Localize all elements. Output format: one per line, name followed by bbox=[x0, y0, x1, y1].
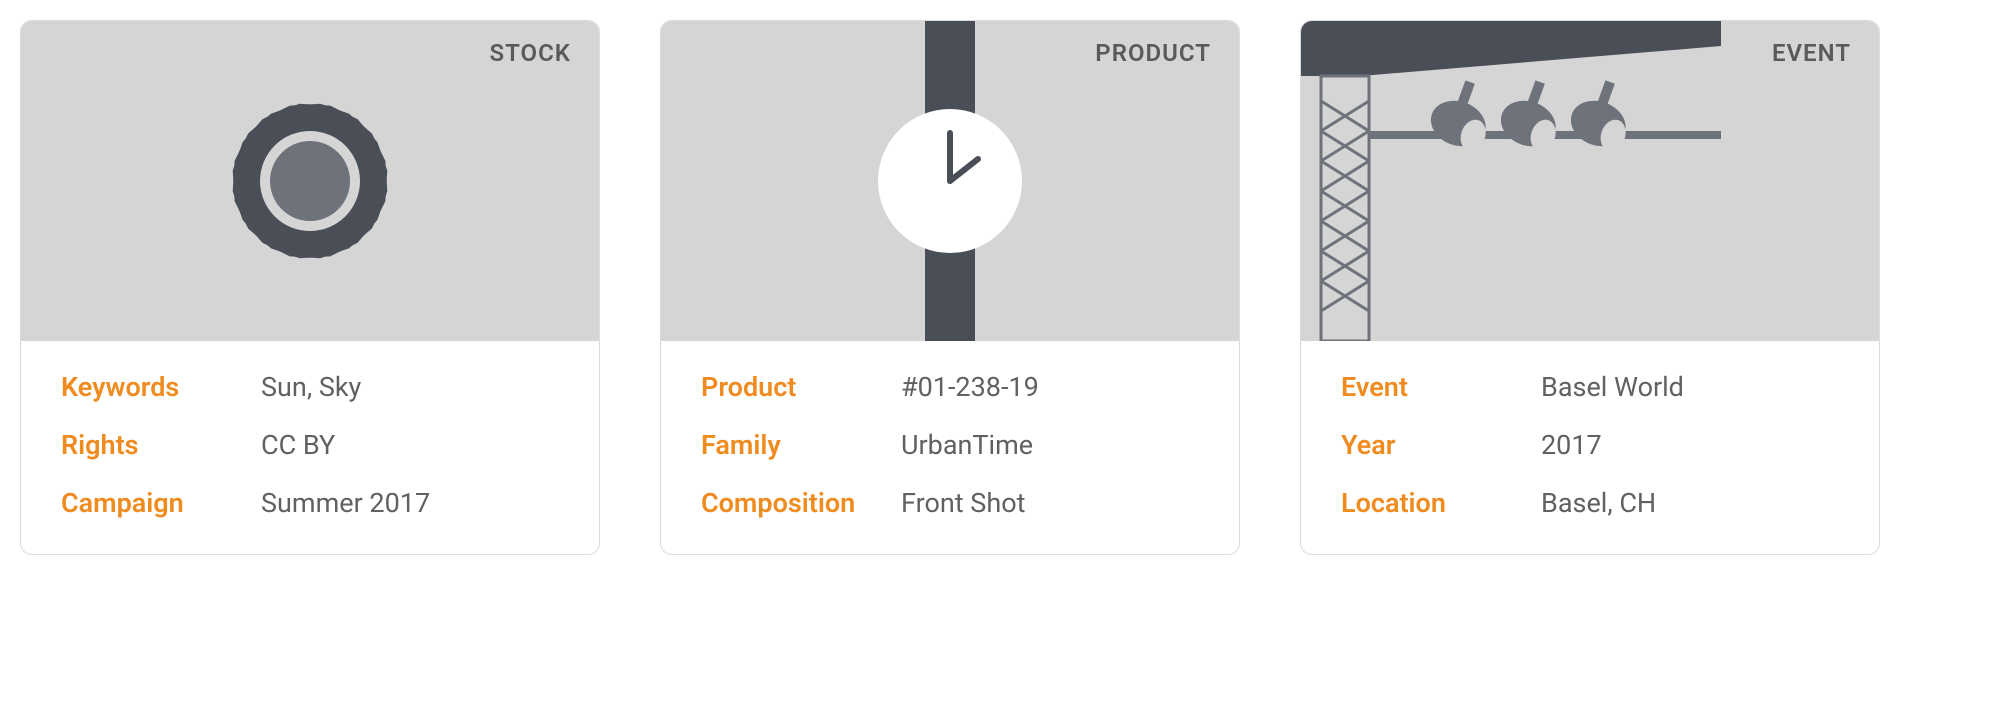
meta-key-location: Location bbox=[1341, 487, 1541, 519]
meta-row: Campaign Summer 2017 bbox=[61, 487, 559, 519]
meta-key-year: Year bbox=[1341, 429, 1541, 461]
meta-key-campaign: Campaign bbox=[61, 487, 261, 519]
card-event-body: Event Basel World Year 2017 Location Bas… bbox=[1301, 341, 1879, 554]
meta-row: Event Basel World bbox=[1341, 371, 1839, 403]
card-stock-header: STOCK bbox=[21, 21, 599, 341]
meta-row: Rights CC BY bbox=[61, 429, 559, 461]
meta-val-rights: CC BY bbox=[261, 429, 335, 461]
stage-lights-icon bbox=[1301, 21, 1879, 341]
card-event[interactable]: EVENT bbox=[1300, 20, 1880, 555]
meta-val-year: 2017 bbox=[1541, 429, 1602, 461]
meta-val-location: Basel, CH bbox=[1541, 487, 1656, 519]
meta-row: Product #01-238-19 bbox=[701, 371, 1199, 403]
meta-key-composition: Composition bbox=[701, 487, 901, 519]
meta-val-composition: Front Shot bbox=[901, 487, 1025, 519]
meta-val-keywords: Sun, Sky bbox=[261, 371, 361, 403]
meta-key-product: Product bbox=[701, 371, 901, 403]
watch-icon bbox=[661, 21, 1239, 341]
sun-icon bbox=[21, 21, 599, 341]
card-stock[interactable]: STOCK Keywords Sun, Sky Rights bbox=[20, 20, 600, 555]
meta-val-product: #01-238-19 bbox=[901, 371, 1039, 403]
meta-val-event: Basel World bbox=[1541, 371, 1684, 403]
card-stock-tag: STOCK bbox=[489, 39, 571, 67]
meta-row: Family UrbanTime bbox=[701, 429, 1199, 461]
meta-key-event: Event bbox=[1341, 371, 1541, 403]
card-event-header: EVENT bbox=[1301, 21, 1879, 341]
meta-key-family: Family bbox=[701, 429, 901, 461]
cards-row: STOCK Keywords Sun, Sky Rights bbox=[20, 20, 1971, 555]
card-product[interactable]: PRODUCT Product #01-238-19 Family UrbanT… bbox=[660, 20, 1240, 555]
meta-key-keywords: Keywords bbox=[61, 371, 261, 403]
meta-row: Composition Front Shot bbox=[701, 487, 1199, 519]
card-stock-body: Keywords Sun, Sky Rights CC BY Campaign … bbox=[21, 341, 599, 554]
meta-key-rights: Rights bbox=[61, 429, 261, 461]
meta-val-family: UrbanTime bbox=[901, 429, 1033, 461]
card-product-tag: PRODUCT bbox=[1095, 39, 1211, 67]
card-product-header: PRODUCT bbox=[661, 21, 1239, 341]
meta-row: Location Basel, CH bbox=[1341, 487, 1839, 519]
meta-val-campaign: Summer 2017 bbox=[261, 487, 430, 519]
meta-row: Keywords Sun, Sky bbox=[61, 371, 559, 403]
card-event-tag: EVENT bbox=[1772, 39, 1851, 67]
card-product-body: Product #01-238-19 Family UrbanTime Comp… bbox=[661, 341, 1239, 554]
meta-row: Year 2017 bbox=[1341, 429, 1839, 461]
